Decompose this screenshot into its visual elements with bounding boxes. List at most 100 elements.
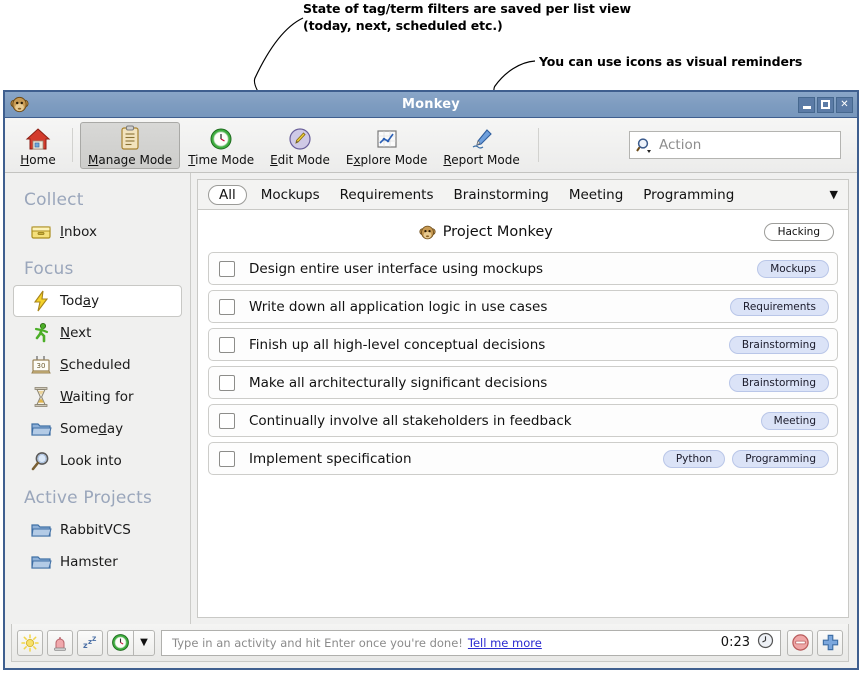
table-row[interactable]: Make all architecturally significant dec… (208, 366, 838, 399)
task-tags: Brainstorming (728, 335, 829, 354)
tab-meeting[interactable]: Meeting (569, 187, 623, 203)
sidebar-label-someday: Someday (60, 421, 124, 437)
add-button[interactable] (817, 629, 843, 656)
toolbar-button-edit-mode[interactable]: Edit Mode (262, 122, 338, 169)
folder-icon (28, 551, 53, 573)
sidebar-item-someday[interactable]: Someday (13, 413, 182, 445)
toolbar-button-report-mode[interactable]: Report Mode (435, 122, 527, 169)
task-tag[interactable]: Brainstorming (728, 373, 829, 392)
pencil-circle-icon (288, 125, 312, 151)
close-button[interactable]: ✕ (836, 96, 853, 113)
task-tag[interactable]: Requirements (730, 297, 829, 316)
timer-dropdown-button[interactable]: ▼ (133, 629, 155, 656)
task-checkbox[interactable] (219, 450, 235, 467)
tab-all[interactable]: All (208, 184, 247, 205)
task-title: Continually involve all stakeholders in … (249, 412, 572, 429)
task-title: Implement specification (249, 450, 412, 467)
task-tags: Mockups (757, 259, 829, 278)
task-checkbox[interactable] (219, 374, 235, 391)
green-clock-icon (209, 125, 233, 151)
sidebar-label-today: Today (60, 293, 100, 309)
maximize-button[interactable] (817, 96, 834, 113)
sidebar-item-waiting-for[interactable]: Waiting for (13, 381, 182, 413)
toolbar-label-explore-mode: Explore Mode (345, 152, 428, 167)
table-row[interactable]: Write down all application logic in use … (208, 290, 838, 323)
tag-filter-tabbar: All Mockups Requirements Brainstorming M… (197, 179, 849, 210)
task-tags: Requirements (730, 297, 829, 316)
tab-brainstorming[interactable]: Brainstorming (454, 187, 549, 203)
tab-programming[interactable]: Programming (643, 187, 734, 203)
sidebar-label-scheduled: Scheduled (60, 357, 131, 373)
stop-button[interactable] (787, 629, 813, 656)
table-row[interactable]: Implement specification Python Programmi… (208, 442, 838, 475)
table-row[interactable]: Continually involve all stakeholders in … (208, 404, 838, 437)
window-controls: ✕ (798, 96, 857, 113)
task-checkbox[interactable] (219, 260, 235, 277)
tell-me-more-link[interactable]: Tell me more (468, 636, 542, 650)
table-row[interactable]: Finish up all high-level conceptual deci… (208, 328, 838, 361)
idle-button[interactable]: z z Z (77, 629, 103, 656)
chart-icon (375, 125, 399, 151)
plus-icon (822, 634, 838, 651)
main-panel: All Mockups Requirements Brainstorming M… (191, 173, 857, 624)
sidebar-item-hamster[interactable]: Hamster (13, 546, 182, 578)
task-tags: Meeting (760, 411, 829, 430)
sidebar-item-today[interactable]: Today (13, 285, 182, 317)
status-bar: z z Z ▼ Type in an activity and hit Ente… (11, 624, 849, 662)
sidebar-item-rabbitvcs[interactable]: RabbitVCS (13, 514, 182, 546)
home-icon (25, 125, 51, 151)
task-title: Finish up all high-level conceptual deci… (249, 336, 546, 353)
task-tag[interactable]: Meeting (760, 411, 829, 430)
toolbar-button-explore-mode[interactable]: Explore Mode (338, 122, 436, 169)
annotation-text-filters: State of tag/term filters are saved per … (303, 1, 631, 33)
toolbar-button-home[interactable]: Home (11, 122, 65, 169)
sidebar-heading-active-projects: Active Projects (24, 488, 153, 508)
task-checkbox[interactable] (219, 298, 235, 315)
toolbar-label-report-mode: Report Mode (443, 152, 520, 167)
search-icon (636, 137, 651, 153)
tab-requirements[interactable]: Requirements (340, 187, 434, 203)
sun-button[interactable] (17, 629, 43, 656)
toolbar-separator-right (537, 128, 539, 162)
title-bar[interactable]: Monkey ✕ (5, 92, 857, 118)
table-row[interactable]: Design entire user interface using mocku… (208, 252, 838, 285)
toolbar-button-manage-mode[interactable]: Manage Mode (80, 121, 181, 169)
tab-mockups[interactable]: Mockups (261, 187, 320, 203)
task-tags: Python Programming (662, 449, 829, 468)
search-placeholder: Action (659, 137, 702, 153)
task-checkbox[interactable] (219, 412, 235, 429)
task-checkbox[interactable] (219, 336, 235, 353)
sidebar-item-look-into[interactable]: Look into (13, 445, 182, 477)
sidebar-label-look-into: Look into (60, 453, 122, 469)
sidebar-label-waiting-for: Waiting for (60, 389, 134, 405)
sidebar-item-scheduled[interactable]: 30 Scheduled (13, 349, 182, 381)
runner-icon (28, 322, 53, 344)
chevron-down-icon[interactable]: ▼ (830, 188, 838, 201)
task-tag[interactable]: Brainstorming (728, 335, 829, 354)
sidebar-item-inbox[interactable]: Inbox (13, 216, 182, 248)
minimize-button[interactable] (798, 96, 815, 113)
pen-icon (470, 125, 494, 151)
svg-text:30: 30 (36, 362, 45, 370)
folder-icon (28, 519, 53, 541)
sidebar-item-next[interactable]: Next (13, 317, 182, 349)
window-title: Monkey (402, 97, 460, 112)
toolbar-button-time-mode[interactable]: Time Mode (180, 122, 262, 169)
project-name: Project Monkey (442, 224, 553, 240)
folder-icon (28, 418, 53, 440)
task-tag[interactable]: Programming (732, 449, 829, 468)
sidebar-label-hamster: Hamster (60, 554, 118, 570)
search-input[interactable]: Action (629, 131, 841, 159)
alarm-button[interactable] (47, 629, 73, 656)
task-list: Project Monkey Hacking Design entire use… (197, 210, 849, 618)
task-tag[interactable]: Python (662, 449, 726, 468)
timer-button[interactable] (107, 629, 133, 656)
magnifier-icon (28, 450, 53, 472)
toolbar-label-manage-mode: Manage Mode (88, 152, 173, 167)
project-tag[interactable]: Hacking (763, 223, 834, 241)
elapsed-time: 0:23 (720, 635, 750, 650)
zzz-icon: z z Z (83, 636, 97, 650)
task-tag[interactable]: Mockups (757, 259, 829, 278)
sidebar-heading-collect: Collect (24, 190, 84, 210)
activity-input[interactable]: Type in an activity and hit Enter once y… (161, 629, 781, 656)
